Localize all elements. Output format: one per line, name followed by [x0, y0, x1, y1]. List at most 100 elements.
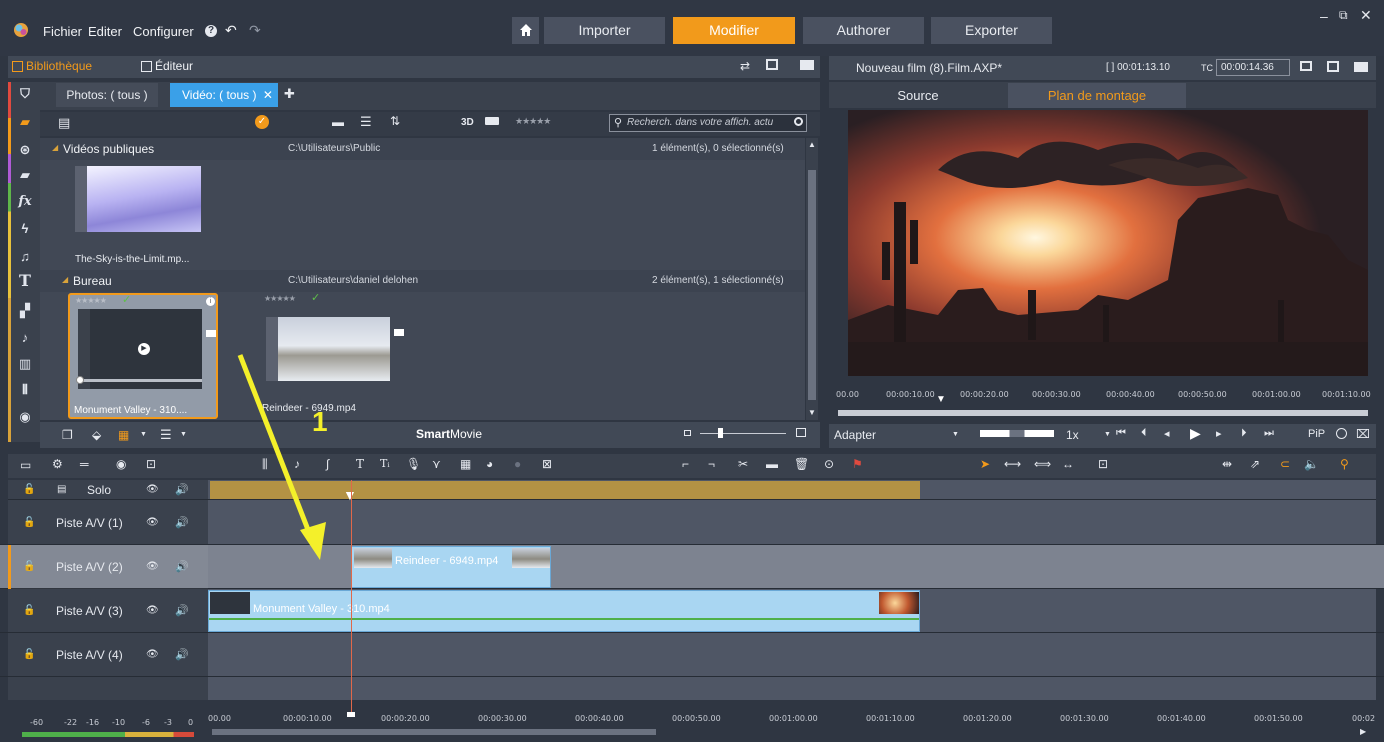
- menu-edit[interactable]: Editer: [88, 24, 122, 39]
- track-3-audio-icon[interactable]: 🔊: [175, 604, 189, 617]
- mark-out-icon[interactable]: ¬: [708, 457, 715, 471]
- tab-library[interactable]: Bibliothèque: [12, 59, 92, 73]
- details-view-menu-icon[interactable]: ▼: [180, 431, 187, 438]
- menu-configure[interactable]: Configurer: [133, 24, 194, 39]
- settings-icon[interactable]: ⚙: [52, 457, 63, 471]
- magnet-icon[interactable]: ⊂: [1280, 457, 1290, 471]
- zoom-menu-icon[interactable]: ═: [80, 457, 89, 471]
- tab-editor[interactable]: Éditeur: [141, 59, 193, 73]
- track-settings-icon[interactable]: ▭: [20, 458, 31, 472]
- slip-icon[interactable]: ↔: [1062, 457, 1074, 471]
- color-correction-icon[interactable]: ◕: [486, 457, 493, 471]
- menu-file[interactable]: Fichier: [43, 24, 82, 39]
- sidebar-music-icon[interactable]: ♫: [18, 250, 32, 264]
- magnet-tool-icon[interactable]: ⇗: [1250, 457, 1260, 471]
- clip-monument[interactable]: Monument Valley - 310.mp4: [208, 590, 920, 632]
- sidebar-effects-icon[interactable]: fx: [18, 195, 32, 209]
- snapshot-camera-icon[interactable]: ⊙: [824, 457, 834, 471]
- copy-icon[interactable]: ❐: [62, 428, 73, 442]
- thumb-size-small-icon[interactable]: [684, 430, 691, 436]
- play-icon[interactable]: ▶: [138, 343, 150, 355]
- select-tool-icon[interactable]: ➤: [980, 457, 990, 471]
- collapse-public-icon[interactable]: ◢: [52, 143, 58, 152]
- track-4-lock-icon[interactable]: 🔓: [23, 649, 35, 660]
- title-tool-icon[interactable]: T: [356, 457, 364, 471]
- timecode-field[interactable]: 00:00:14.36: [1216, 59, 1290, 76]
- resize-icon[interactable]: [1336, 428, 1347, 439]
- close-filter-icon[interactable]: ✕: [263, 88, 273, 102]
- playback-speed[interactable]: 1x: [1066, 428, 1079, 442]
- preview-layout-icon[interactable]: [1354, 62, 1368, 72]
- home-button[interactable]: [512, 17, 539, 44]
- timeline-ruler[interactable]: 00.00 00:00:10.00 00:00:20.00 00:00:30.0…: [208, 700, 1376, 740]
- video-preview[interactable]: [848, 110, 1368, 376]
- sidebar-folder-icon[interactable]: ▰: [18, 115, 32, 129]
- frame-forward-icon[interactable]: ▸: [1216, 427, 1222, 440]
- camera-filter-icon[interactable]: [485, 117, 499, 125]
- 3d-filter-label[interactable]: 3D: [461, 117, 474, 128]
- stabilize-icon[interactable]: ●: [514, 457, 521, 471]
- fullscreen-icon[interactable]: [1300, 61, 1312, 71]
- insert-gap-icon[interactable]: ▬: [766, 457, 778, 471]
- thumb-size-handle[interactable]: [718, 428, 723, 438]
- dropbox-icon[interactable]: ⬙: [92, 428, 101, 442]
- speed-menu-icon[interactable]: ▼: [1104, 431, 1111, 438]
- go-start-icon[interactable]: ⏮: [1116, 427, 1126, 440]
- sidebar-title-icon[interactable]: T: [18, 273, 32, 289]
- nav-author-button[interactable]: Authorer: [803, 17, 924, 44]
- track-row-4[interactable]: [0, 633, 1384, 677]
- scroll-right-icon[interactable]: ▶: [1360, 727, 1366, 736]
- rating-filter[interactable]: ★★★★★: [515, 116, 551, 127]
- undo-icon[interactable]: ↶: [225, 22, 237, 39]
- tab-timeline-preview[interactable]: Plan de montage: [1008, 83, 1186, 108]
- playhead-handle[interactable]: [347, 712, 355, 717]
- mark-in-icon[interactable]: ⌐: [682, 457, 689, 471]
- layout-icon[interactable]: [800, 60, 814, 70]
- fit-dropdown-icon[interactable]: ▼: [952, 431, 959, 438]
- disc-icon[interactable]: ◉: [116, 457, 126, 471]
- sidebar-dvd-icon[interactable]: ◉: [18, 410, 32, 424]
- sidebar-score-icon[interactable]: ♪: [18, 331, 32, 345]
- sidebar-transition-icon[interactable]: ϟ: [18, 222, 32, 236]
- filter-photos-tab[interactable]: Photos: ( tous ): [56, 83, 158, 107]
- snapshot-icon[interactable]: ⊡: [146, 457, 156, 471]
- audio-scrub-icon[interactable]: 🔈: [1304, 457, 1319, 471]
- nav-export-button[interactable]: Exporter: [931, 17, 1052, 44]
- scroll-up-icon[interactable]: ▲: [808, 140, 816, 149]
- title-editor-icon[interactable]: Tᵢ: [380, 457, 390, 470]
- tagged-filter-icon[interactable]: ✓: [255, 115, 269, 129]
- go-end-icon[interactable]: ⏭: [1264, 427, 1274, 440]
- motion-tracking-icon[interactable]: ⋎: [432, 457, 441, 471]
- sidebar-montage-icon[interactable]: ▞: [18, 304, 32, 318]
- solo-label[interactable]: Solo: [87, 483, 111, 497]
- collapse-desktop-icon[interactable]: ◢: [62, 275, 68, 284]
- fit-dropdown[interactable]: Adapter: [834, 428, 876, 442]
- track-3-visibility-icon[interactable]: 👁: [146, 605, 159, 616]
- clear-search-icon[interactable]: [794, 117, 803, 126]
- ripple-icon[interactable]: ⟷: [1004, 457, 1021, 471]
- marker-icon[interactable]: ⚑: [852, 457, 863, 471]
- monument-info-icon[interactable]: i: [206, 297, 215, 306]
- track-4-visibility-icon[interactable]: 👁: [146, 649, 159, 660]
- playhead-marker[interactable]: ▼: [343, 487, 357, 503]
- sidebar-collection-icon[interactable]: ⛉: [18, 87, 32, 101]
- voiceover-icon[interactable]: 🎙: [406, 457, 421, 471]
- add-filter-icon[interactable]: ✚: [284, 86, 295, 102]
- scroll-thumb[interactable]: [808, 170, 816, 400]
- media-item-monument[interactable]: ★★★★★ ✓ i ▶ Monument Valley - 310....: [68, 293, 218, 419]
- play-button-icon[interactable]: ▶: [1190, 425, 1201, 442]
- search-box[interactable]: ⚲ Recherch. dans votre affich. actu: [609, 114, 807, 132]
- restore-icon[interactable]: ⧉: [1339, 8, 1348, 23]
- sort-icon[interactable]: ⇅: [390, 114, 400, 128]
- import-media-icon[interactable]: ▤: [58, 115, 70, 131]
- help-icon[interactable]: ?: [205, 25, 217, 37]
- multicam-icon[interactable]: ⊠: [542, 457, 552, 471]
- preview-scrubber-track[interactable]: [838, 410, 1368, 416]
- track-4-audio-icon[interactable]: 🔊: [175, 648, 189, 661]
- tab-source[interactable]: Source: [830, 83, 1006, 108]
- minimize-icon[interactable]: –: [1320, 8, 1328, 24]
- split-icon[interactable]: ✂: [738, 457, 748, 471]
- track-1-visibility-icon[interactable]: 👁: [146, 517, 159, 528]
- detach-icon[interactable]: [766, 59, 778, 70]
- swap-icon[interactable]: ⇄: [740, 59, 750, 73]
